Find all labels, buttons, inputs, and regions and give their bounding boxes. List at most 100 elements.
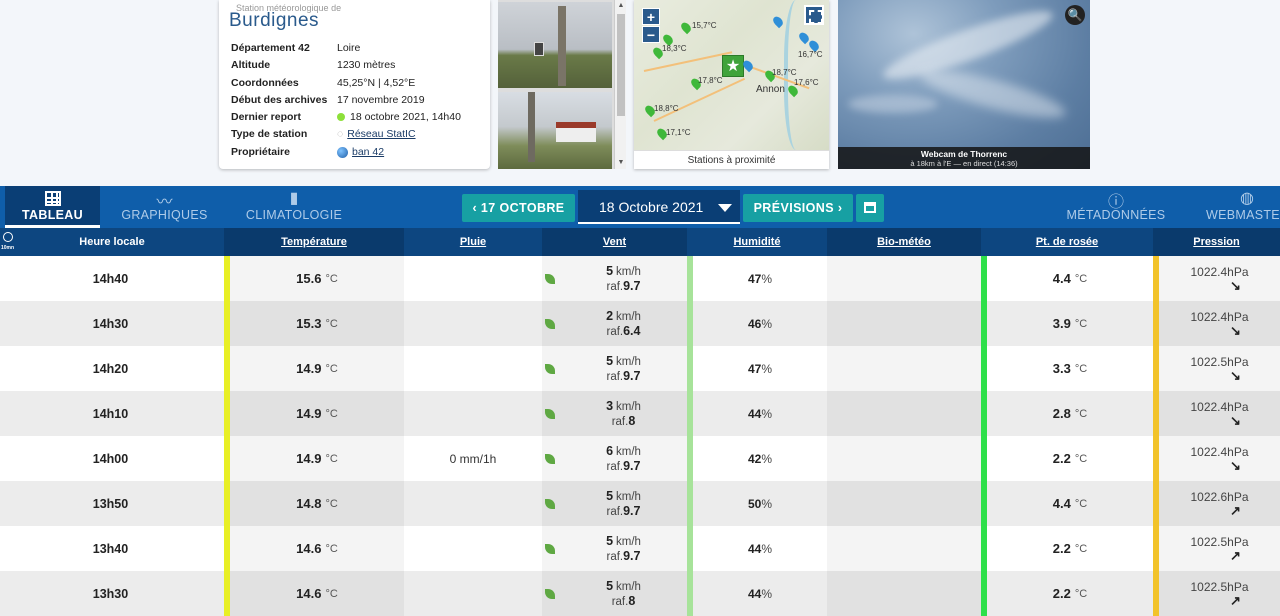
- cell-rain: [404, 526, 542, 571]
- info-row-owner: Propriétaire ban 42: [231, 145, 385, 158]
- cell-biometeo: [827, 481, 981, 526]
- calendar-button[interactable]: [856, 194, 884, 222]
- nearby-stations-map: + − 15,7°C 18,3°C 17,8°C 18,8°C 17,1°C ★…: [634, 0, 829, 169]
- current-station-star-icon[interactable]: ★: [722, 55, 744, 77]
- wind-direction-icon: [542, 256, 558, 301]
- cell-biometeo: [827, 526, 981, 571]
- cell-temperature: 14.8 °C: [296, 496, 338, 511]
- tab-tableau[interactable]: TABLEAU: [5, 186, 100, 228]
- cell-dew-point: 2.8 °C: [1052, 406, 1088, 421]
- cell-rain: [404, 391, 542, 436]
- cell-pressure: 1022.4hPa ↘: [1190, 444, 1249, 473]
- station-photo-1[interactable]: [498, 2, 612, 88]
- owner-link[interactable]: ban 42: [352, 146, 384, 158]
- table-row: 14h40 15.6 °C 5 km/h raf.9.7 47% 4.4 °C 1022.4hPa…: [0, 256, 1280, 301]
- header-wind[interactable]: Vent: [542, 228, 687, 256]
- table-row: 14h30 15.3 °C 2 km/h raf.6.4 46% 3.9 °C 1022.4hPa…: [0, 301, 1280, 346]
- station-info-card: Station météorologique de Burdignes Dépa…: [219, 0, 490, 169]
- webcam-subtitle: à 18km à l'E — en direct (14:36): [910, 159, 1018, 168]
- header-pressure[interactable]: Pression: [1153, 228, 1280, 256]
- tab-webmaster[interactable]: ◍ WEBMASTER: [1200, 186, 1280, 228]
- cell-biometeo: [827, 256, 981, 301]
- map-zoom-out-button[interactable]: −: [642, 26, 660, 43]
- info-row-altitude: Altitude 1230 mètres: [231, 59, 396, 72]
- table-row: 13h30 14.6 °C 5 km/h raf.8 44% 2.2 °C 1022.5hPa ↗: [0, 571, 1280, 616]
- cell-dew-point: 2.2 °C: [1052, 541, 1088, 556]
- cell-rain: 0 mm/1h: [449, 451, 497, 466]
- cell-time: 14h30: [92, 316, 129, 331]
- cell-humidity: 47%: [747, 271, 773, 286]
- cell-dew-point: 3.9 °C: [1052, 316, 1088, 331]
- table-row: 14h10 14.9 °C 3 km/h raf.8 44% 2.8 °C 1022.4hPa ↘: [0, 391, 1280, 436]
- cell-biometeo: [827, 346, 981, 391]
- tab-metadonnees[interactable]: ⓘ MÉTADONNÉES: [1062, 186, 1170, 228]
- map-station-pin[interactable]: [771, 14, 785, 29]
- cell-wind: 5 km/h raf.9.7: [606, 263, 641, 293]
- wind-direction-icon: [542, 481, 558, 526]
- cell-temperature: 14.9 °C: [296, 406, 338, 421]
- cell-wind: 5 km/h raf.9.7: [606, 488, 641, 518]
- map-temp-label: 17,8°C: [698, 76, 723, 85]
- header-rain[interactable]: Pluie: [404, 228, 542, 256]
- tab-graphiques[interactable]: 〰 GRAPHIQUES: [114, 186, 215, 228]
- cell-temperature: 15.3 °C: [296, 316, 338, 331]
- cell-pressure: 1022.5hPa ↘: [1190, 354, 1249, 383]
- scrollbar-thumb[interactable]: [617, 14, 625, 116]
- cell-dew-point: 2.2 °C: [1052, 451, 1088, 466]
- cell-temperature: 14.9 °C: [296, 361, 338, 376]
- station-details: Département 42 Loire Altitude 1230 mètres …: [231, 40, 461, 161]
- header-humidity[interactable]: Humidité: [687, 228, 827, 256]
- map-town-label: Annon: [756, 84, 785, 95]
- webcam-image[interactable]: 🔍 Webcam de Thorrenc à 18km à l'E — en d…: [838, 0, 1090, 169]
- caret-down-icon: [718, 204, 732, 212]
- info-row-department: Département 42 Loire: [231, 42, 361, 54]
- observations-table: 14h40 15.6 °C 5 km/h raf.9.7 47% 4.4 °C 1022.4hPa…: [0, 256, 1280, 616]
- cell-dew-point: 2.2 °C: [1052, 586, 1088, 601]
- cell-humidity: 50%: [747, 496, 773, 511]
- photos-scrollbar[interactable]: ▲ ▼: [614, 0, 626, 169]
- cell-wind: 5 km/h raf.9.7: [606, 533, 641, 563]
- cell-time: 13h50: [92, 496, 129, 511]
- map-fullscreen-icon[interactable]: [804, 5, 824, 25]
- tab-climatologie[interactable]: ▮ CLIMATOLOGIE: [241, 186, 347, 228]
- cell-time: 13h30: [92, 586, 129, 601]
- globe-icon: [337, 146, 348, 158]
- header-temperature[interactable]: Température: [224, 228, 404, 256]
- cell-biometeo: [827, 436, 981, 481]
- map-station-pin[interactable]: [679, 20, 693, 35]
- cell-rain: [404, 571, 542, 616]
- forecast-button[interactable]: PRÉVISIONS ›: [743, 194, 853, 222]
- cell-humidity: 44%: [747, 586, 773, 601]
- cell-dew-point: 4.4 °C: [1052, 271, 1088, 286]
- webcam-caption: Webcam de Thorrenc à 18km à l'E — en dir…: [838, 147, 1090, 169]
- map-temp-label: 16,7°C: [798, 50, 823, 59]
- cell-pressure: 1022.4hPa ↘: [1190, 264, 1249, 293]
- table-header: 10mn Heure locale Température Pluie Vent…: [0, 228, 1280, 256]
- scroll-up-arrow-icon[interactable]: ▲: [615, 0, 626, 12]
- info-row-last-report: Dernier report 18 octobre 2021, 14h40: [231, 111, 461, 124]
- map-canvas[interactable]: + − 15,7°C 18,3°C 17,8°C 18,8°C 17,1°C ★…: [634, 0, 829, 150]
- pressure-trend-arrow-icon: ↗: [1230, 592, 1241, 608]
- bar-chart-icon: ▮: [289, 190, 299, 207]
- cell-pressure: 1022.5hPa ↗: [1190, 534, 1249, 563]
- cell-rain: [404, 481, 542, 526]
- wind-direction-icon: [542, 346, 558, 391]
- header-biometeo[interactable]: Bio-météo: [827, 228, 981, 256]
- previous-day-button[interactable]: ‹ 17 OCTOBRE: [462, 194, 575, 222]
- online-status-dot: [337, 113, 345, 122]
- network-link[interactable]: Réseau StatIC: [347, 128, 415, 140]
- cell-rain: [404, 256, 542, 301]
- date-selector[interactable]: 18 Octobre 2021: [578, 190, 740, 224]
- cell-rain: [404, 301, 542, 346]
- cell-time: 14h00: [92, 451, 129, 466]
- table-row: 13h50 14.8 °C 5 km/h raf.9.7 50% 4.4 °C 1022.6hPa…: [0, 481, 1280, 526]
- map-zoom-in-button[interactable]: +: [642, 8, 660, 25]
- cell-dew-point: 3.3 °C: [1052, 361, 1088, 376]
- cell-humidity: 42%: [747, 451, 773, 466]
- magnifier-icon[interactable]: 🔍: [1065, 5, 1085, 25]
- network-logo-icon: ◌: [337, 128, 344, 141]
- cell-temperature: 14.6 °C: [296, 586, 338, 601]
- header-dew-point[interactable]: Pt. de rosée: [981, 228, 1153, 256]
- scroll-down-arrow-icon[interactable]: ▼: [615, 157, 626, 169]
- station-photo-2[interactable]: [498, 92, 612, 169]
